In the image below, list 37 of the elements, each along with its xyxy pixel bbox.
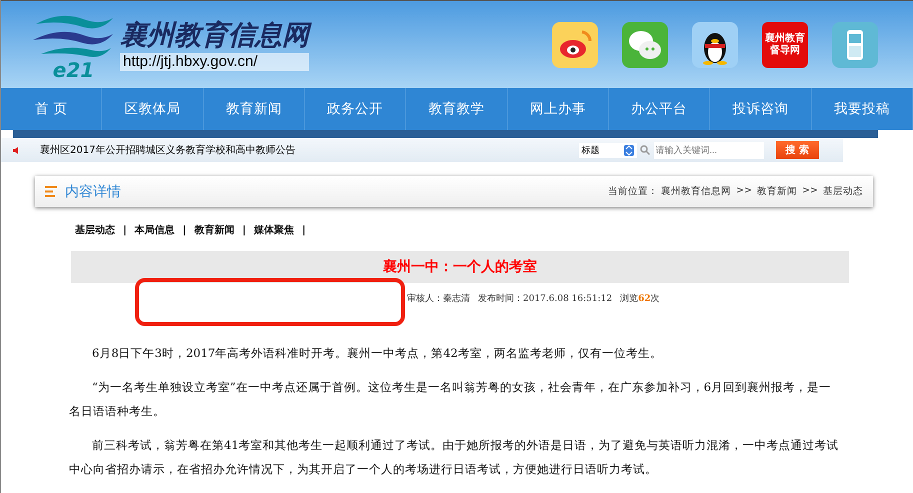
article-paragraph: 前三科考试，翁芳粤在第41考室和其他考生一起顺利通过了考试。由于她所报考的外语是日语，为了避免与英语听力混淆，一中考点通过考试中心向省招办请示，在省招办允许情况下，为其开启了一个人的考场进行日语考试，方便她进行日语听力考试。: [69, 437, 840, 478]
site-url: http://jtj.hbxy.gov.cn/: [120, 52, 309, 70]
separator-text: |: [242, 224, 246, 236]
reviewer-text: 审核人：秦志清: [407, 292, 470, 305]
breadcrumb-link[interactable]: 教育新闻: [757, 185, 798, 198]
separator-text: |: [182, 224, 186, 236]
logo-text: e21: [52, 60, 94, 80]
speaker-icon: [13, 146, 20, 154]
stepper-icon: [624, 144, 634, 156]
badge-icon[interactable]: 襄州教育 督导网: [762, 22, 808, 68]
ticker-text[interactable]: 襄州区2017年公开招聘城区义务教育学校和高中教师公告: [40, 143, 296, 157]
article-title: 襄州一中：一个人的考室: [383, 258, 537, 276]
category-link[interactable]: 媒体聚焦: [254, 223, 294, 237]
category-link[interactable]: 基层动态: [75, 223, 115, 237]
breadcrumb-link[interactable]: 基层动态: [823, 185, 863, 198]
separator-text: |: [302, 224, 306, 236]
separator-text: |: [123, 224, 127, 236]
weibo-icon[interactable]: [552, 22, 598, 68]
breadcrumb-separator: >>: [736, 185, 752, 198]
location-label: 当前位置：: [608, 185, 658, 198]
search-icon: [640, 145, 650, 155]
penguin-icon[interactable]: [692, 22, 738, 68]
list-icon: [45, 186, 57, 197]
category-link[interactable]: 教育新闻: [194, 223, 234, 237]
article-paragraph: “为一名考生单独设立考室”在一中考点还属于首例。这位考生是一名叫翁芳粤的女孩，社会青年，在广东参加补习，6月回到襄州报考，是一名日语语种考生。: [69, 379, 832, 420]
view-count: 浏览62次: [620, 292, 660, 305]
category-link[interactable]: 本局信息: [134, 223, 175, 237]
search-field[interactable]: 请输入关键词...: [654, 142, 764, 158]
chat-bubbles-icon[interactable]: [622, 22, 668, 68]
breadcrumb-link[interactable]: 襄州教育信息网: [661, 185, 732, 198]
phone-icon[interactable]: [832, 22, 878, 68]
search-button[interactable]: 搜 索: [776, 141, 819, 159]
article-paragraph: 6月8日下午3时，2017年高考外语科准时开考。襄州一中考点，第42考室，两名监考老师，仅有一位考生。: [91, 345, 663, 362]
scope-select[interactable]: 标题: [578, 142, 637, 158]
publish-time: 发布时间：2017.6.08 16:51:12: [478, 292, 612, 305]
breadcrumb-separator: >>: [802, 185, 818, 198]
panel-title: 内容详情: [65, 182, 121, 200]
